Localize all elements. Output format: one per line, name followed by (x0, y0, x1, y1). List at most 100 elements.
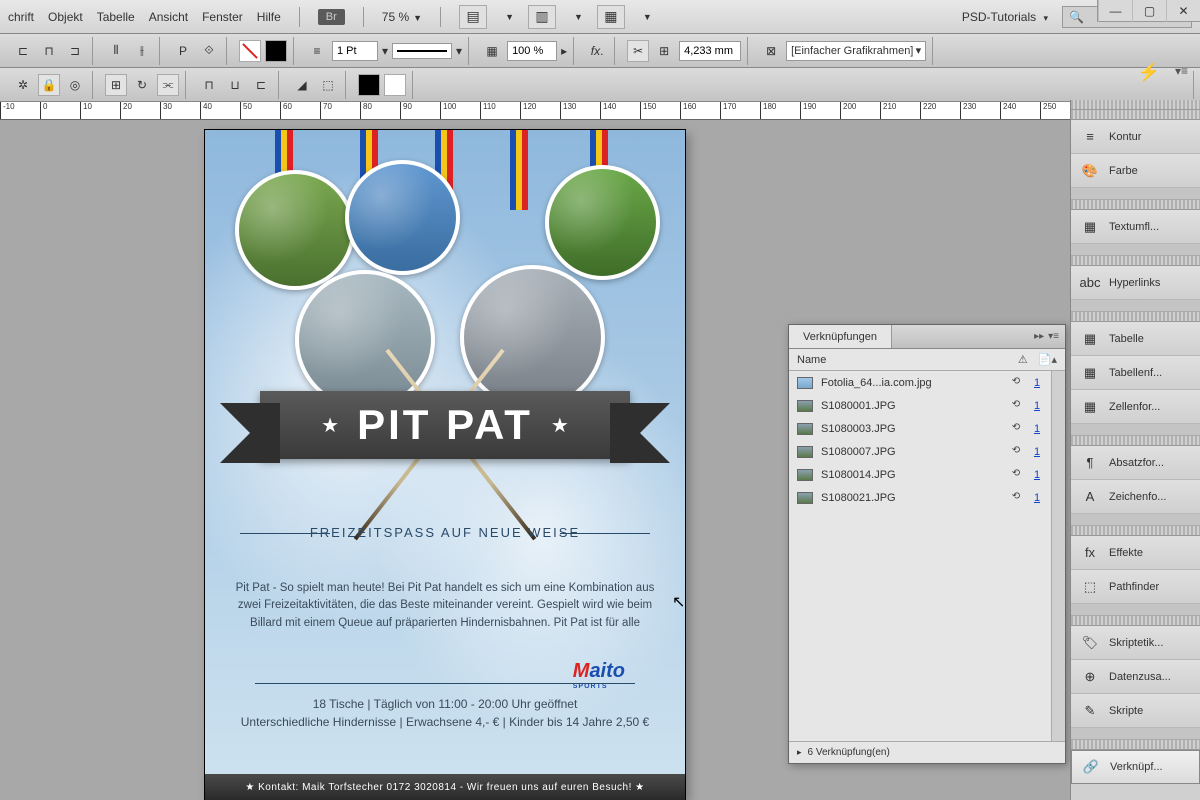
link-count[interactable]: 1 (1031, 446, 1043, 458)
photo-circle-3[interactable] (545, 165, 660, 280)
target-icon[interactable]: ◎ (64, 74, 86, 96)
close-button[interactable]: ✕ (1166, 0, 1200, 22)
link-count[interactable]: 1 (1031, 400, 1043, 412)
link-count[interactable]: 1 (1031, 423, 1043, 435)
dock-item-skriptetik-[interactable]: 🏷Skriptetik... (1071, 626, 1200, 660)
stroke-weight-input[interactable] (332, 41, 378, 61)
photo-circle-1[interactable] (235, 170, 355, 290)
snap-icon[interactable]: ✲ (12, 74, 34, 96)
rotate-icon[interactable]: ↻ (131, 74, 153, 96)
panel-collapse-icon[interactable]: ▸▸ (1034, 331, 1044, 342)
frame-icon: ⊠ (760, 40, 782, 62)
link-count[interactable]: 1 (1031, 469, 1043, 481)
column-page-icon[interactable]: 📄▴ (1038, 353, 1057, 366)
link-row[interactable]: Fotolia_64...ia.com.jpg ⟲ 1 (789, 371, 1051, 394)
paragraph-icon[interactable]: P (172, 40, 194, 62)
align-center-icon[interactable]: ⊓ (38, 40, 60, 62)
frame-style-select[interactable]: [Einfacher Grafikrahmen]▾ (786, 41, 926, 61)
dock-item-hyperlinks[interactable]: abcHyperlinks (1071, 266, 1200, 300)
dock-item-zeichenfo-[interactable]: AZeichenfo... (1071, 480, 1200, 514)
dock-item-effekte[interactable]: fxEffekte (1071, 536, 1200, 570)
opacity-input[interactable] (507, 41, 557, 61)
crop-icon[interactable]: ✂ (627, 40, 649, 62)
dock-item-label: Textumfl... (1109, 221, 1159, 233)
dock-item-farbe[interactable]: 🎨Farbe (1071, 154, 1200, 188)
relink-icon[interactable]: ⟲ (1009, 399, 1023, 413)
fill-black-swatch[interactable] (358, 74, 380, 96)
menu-hilfe[interactable]: Hilfe (257, 10, 281, 24)
dock-item-datenzusa-[interactable]: ⊕Datenzusa... (1071, 660, 1200, 694)
menu-ansicht[interactable]: Ansicht (149, 10, 188, 24)
title-banner[interactable]: ★ PIT PAT ★ (225, 385, 665, 465)
menu-schrift[interactable]: chrift (8, 10, 34, 24)
right-dock: ≡Kontur🎨Farbe ▦Textumfl... abcHyperlinks ▦T… (1070, 100, 1200, 800)
column-name[interactable]: Name (797, 354, 826, 366)
document-page[interactable]: ★ PIT PAT ★ FREIZEITSPASS AUF NEUE WEISE… (205, 130, 685, 800)
link-row[interactable]: S1080003.JPG ⟲ 1 (789, 417, 1051, 440)
relink-icon[interactable]: ⟲ (1009, 376, 1023, 390)
corner-icon[interactable]: ◢ (291, 74, 313, 96)
photo-circle-2[interactable] (345, 160, 460, 275)
dock-item-skripte[interactable]: ✎Skripte (1071, 694, 1200, 728)
relink-icon[interactable]: ⟲ (1009, 491, 1023, 505)
dock-item-tabelle[interactable]: ▦Tabelle (1071, 322, 1200, 356)
link-count[interactable]: 1 (1031, 377, 1043, 389)
menu-objekt[interactable]: Objekt (48, 10, 83, 24)
dock-item-kontur[interactable]: ≡Kontur (1071, 120, 1200, 154)
links-panel[interactable]: Verknüpfungen ▸▸ ▾≡ Name ⚠ 📄▴ Fotolia_64… (788, 324, 1066, 764)
link-row[interactable]: S1080007.JPG ⟲ 1 (789, 440, 1051, 463)
dock-grip[interactable] (1071, 100, 1200, 110)
dock-item-pathfinder[interactable]: ⬚Pathfinder (1071, 570, 1200, 604)
dock-item-textumfl-[interactable]: ▦Textumfl... (1071, 210, 1200, 244)
pathfinder-icon[interactable]: ⬚ (317, 74, 339, 96)
zoom-level[interactable]: 75 %▼ (382, 10, 422, 24)
align-left-icon[interactable]: ⊏ (12, 40, 34, 62)
bridge-button[interactable]: Br (318, 9, 345, 25)
fill-white-swatch[interactable] (384, 74, 406, 96)
dock-item-icon: ≡ (1081, 129, 1099, 145)
links-scrollbar[interactable] (1051, 371, 1065, 741)
links-list[interactable]: Fotolia_64...ia.com.jpg ⟲ 1 S1080001.JPG… (789, 371, 1051, 741)
horizontal-ruler[interactable]: -100102030405060708090100110120130140150… (0, 102, 1200, 120)
measure-input[interactable] (679, 41, 741, 61)
link-row[interactable]: S1080001.JPG ⟲ 1 (789, 394, 1051, 417)
link-row[interactable]: S1080021.JPG ⟲ 1 (789, 486, 1051, 509)
menu-fenster[interactable]: Fenster (202, 10, 243, 24)
links-tab[interactable]: Verknüpfungen (789, 325, 892, 348)
dock-item-absatzfor-[interactable]: ¶Absatzfor... (1071, 446, 1200, 480)
relink-icon[interactable]: ⟲ (1009, 468, 1023, 482)
column-warning-icon[interactable]: ⚠ (1018, 353, 1028, 366)
distribute-v-icon[interactable]: ⫲ (131, 40, 153, 62)
minimize-button[interactable]: — (1098, 0, 1132, 22)
relink-icon[interactable]: ⟲ (1009, 422, 1023, 436)
stroke-swatch[interactable] (265, 40, 287, 62)
maximize-button[interactable]: ▢ (1132, 0, 1166, 22)
dock-item-zellenfor-[interactable]: ▦Zellenfor... (1071, 390, 1200, 424)
warp-icon[interactable]: ⟐ (198, 40, 220, 62)
view-mode-3-icon[interactable]: ▦ (597, 5, 625, 29)
link-count[interactable]: 1 (1031, 492, 1043, 504)
gpu-icon[interactable]: ⚡ (1138, 62, 1160, 83)
workspace-switcher[interactable]: PSD-Tutorials ▾ (962, 10, 1048, 24)
stroke-style-preview[interactable] (392, 43, 452, 59)
link-icon[interactable]: ⫘ (157, 74, 179, 96)
panel-menu-icon[interactable]: ▾≡ (1175, 64, 1188, 78)
align-right-icon[interactable]: ⊐ (64, 40, 86, 62)
expand-icon[interactable]: ▸ (797, 747, 802, 758)
view-mode-2-icon[interactable]: ▥ (528, 5, 556, 29)
text-icon[interactable]: ⊏ (250, 74, 272, 96)
menu-tabelle[interactable]: Tabelle (97, 10, 135, 24)
distribute-h-icon[interactable]: ⫴ (105, 40, 127, 62)
fill-swatch[interactable] (239, 40, 261, 62)
anchor-icon[interactable]: ⊓ (198, 74, 220, 96)
panel-menu-icon[interactable]: ▾≡ (1048, 331, 1059, 342)
grid-icon[interactable]: ⊞ (105, 74, 127, 96)
fx-icon[interactable]: fx. (586, 40, 608, 62)
lock-icon[interactable]: 🔒 (38, 74, 60, 96)
dock-item-tabellenf-[interactable]: ▦Tabellenf... (1071, 356, 1200, 390)
link-row[interactable]: S1080014.JPG ⟲ 1 (789, 463, 1051, 486)
dock-item-verkn-pf-[interactable]: 🔗Verknüpf... (1071, 750, 1200, 784)
relink-icon[interactable]: ⟲ (1009, 445, 1023, 459)
wrap-icon[interactable]: ⊔ (224, 74, 246, 96)
view-mode-1-icon[interactable]: ▤ (459, 5, 487, 29)
